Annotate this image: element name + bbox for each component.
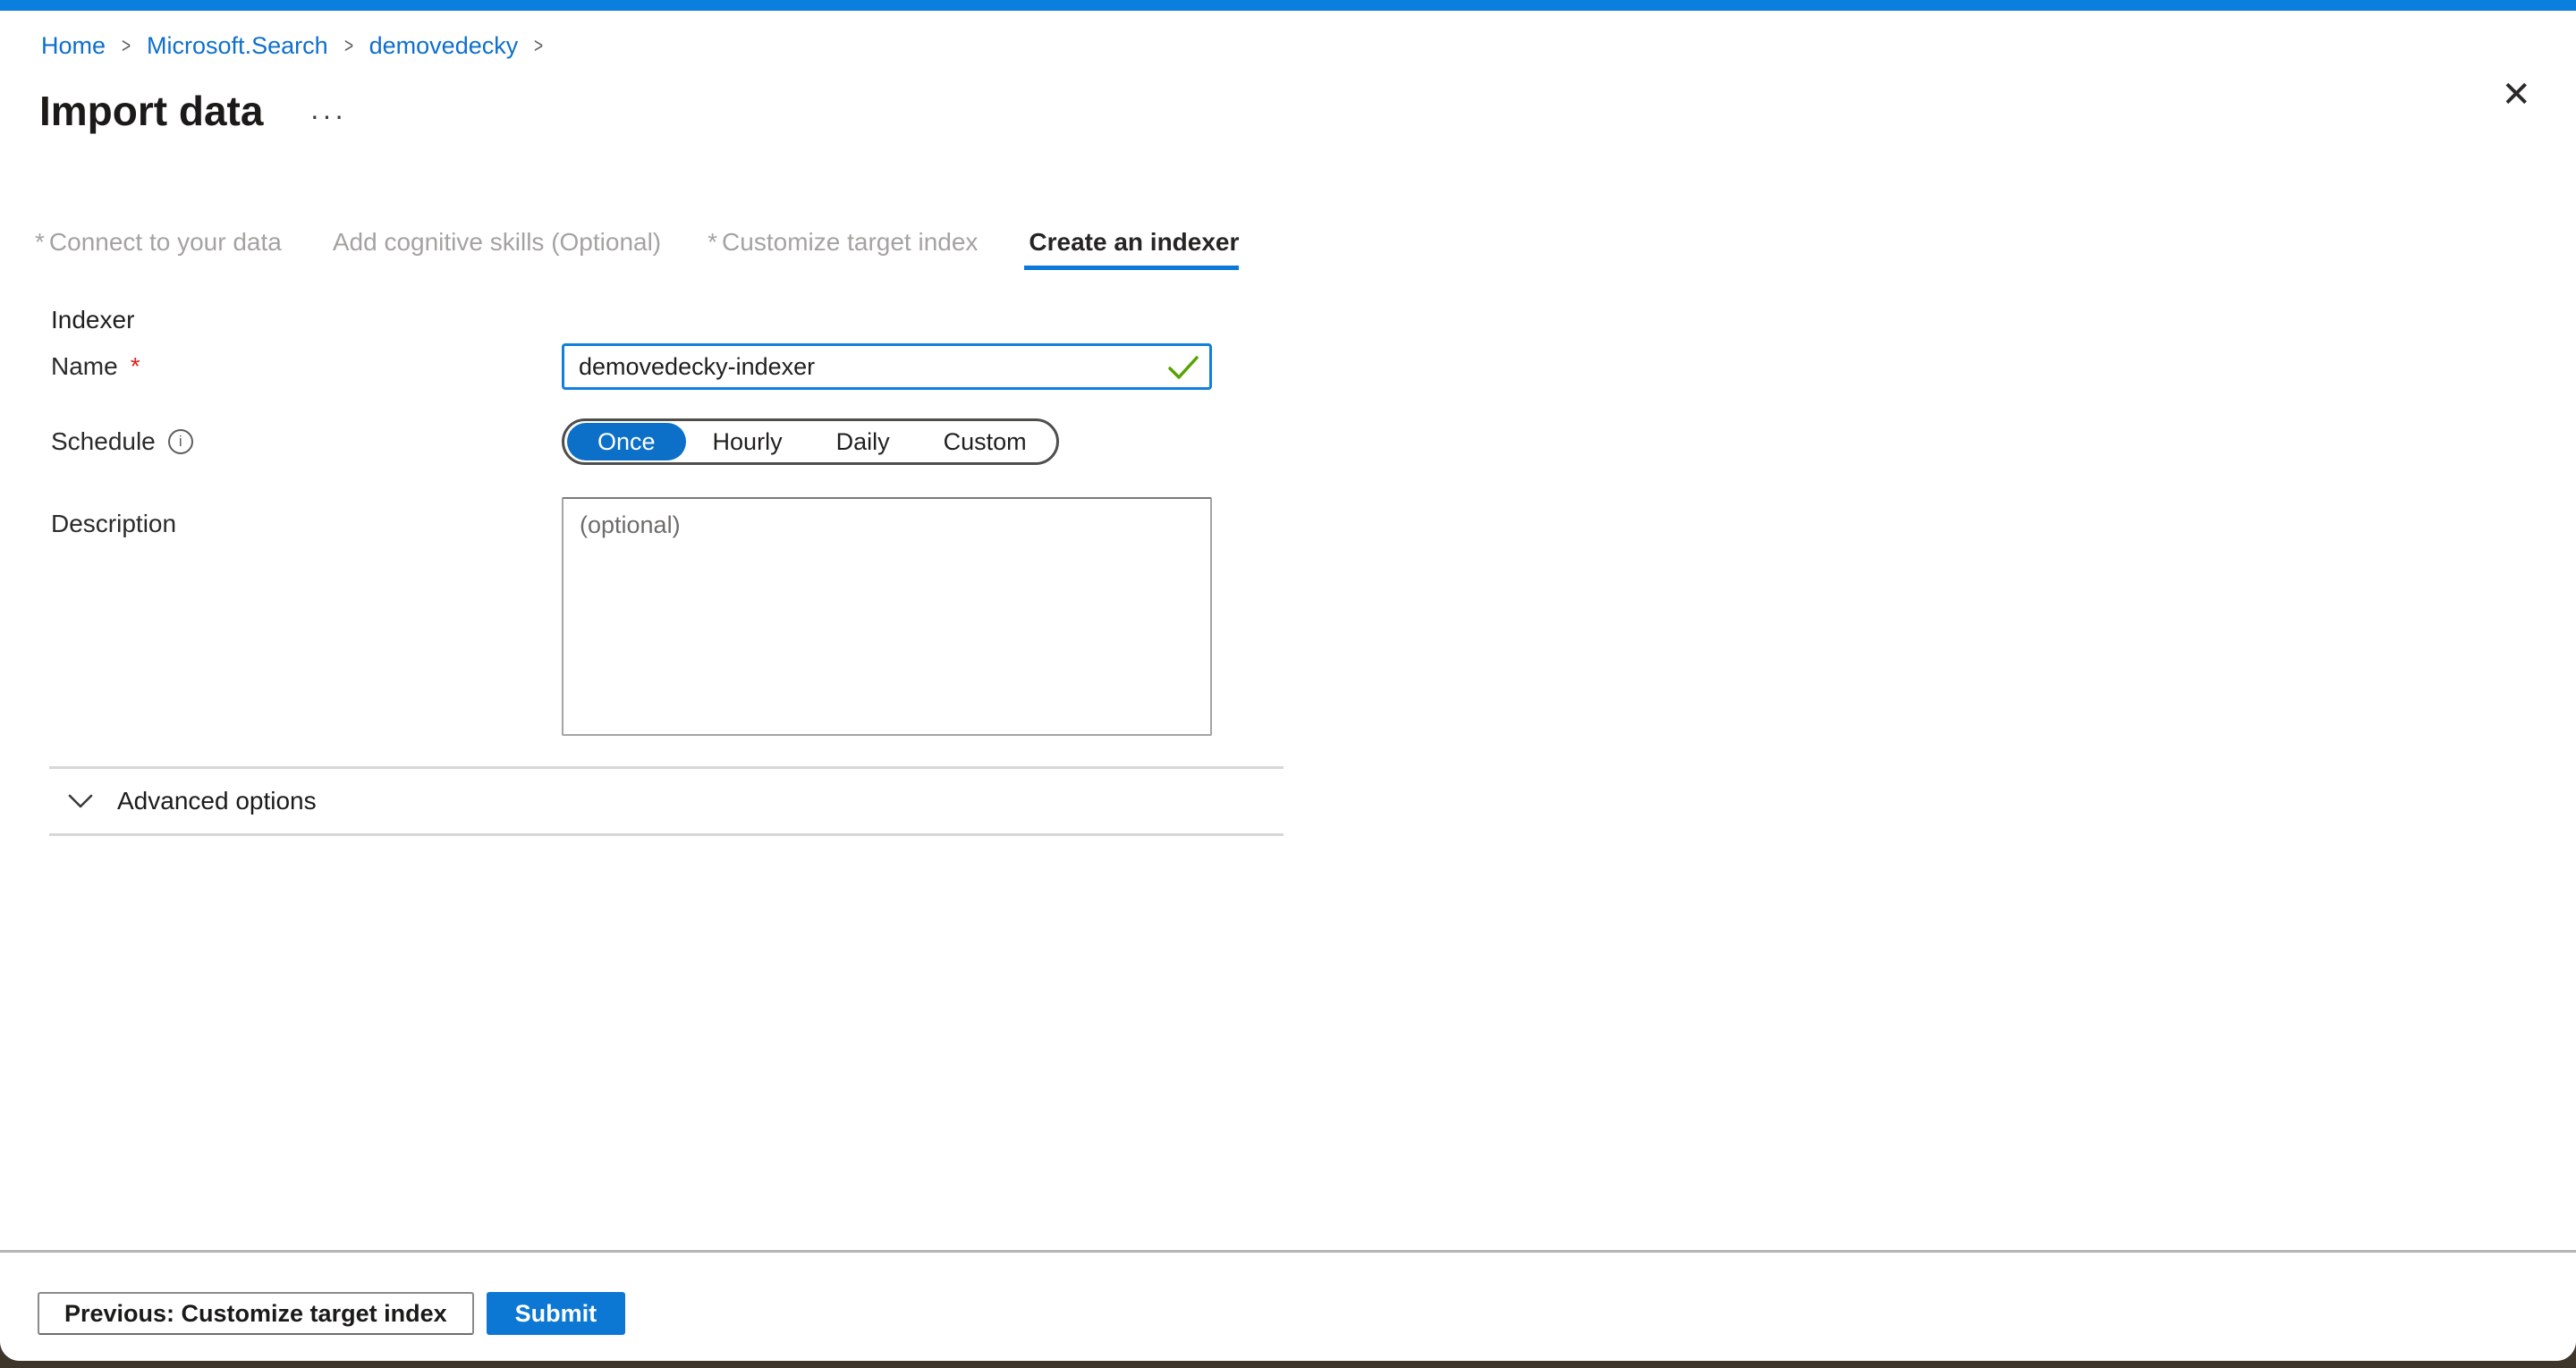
name-label: Name bbox=[51, 352, 118, 381]
schedule-option-once[interactable]: Once bbox=[567, 423, 686, 460]
breadcrumb-separator-icon: > bbox=[122, 34, 131, 59]
page-title: Import data bbox=[39, 87, 263, 135]
tab-create-an-indexer[interactable]: Create an indexer bbox=[1024, 228, 1239, 270]
schedule-option-hourly[interactable]: Hourly bbox=[686, 423, 809, 460]
submit-button[interactable]: Submit bbox=[487, 1292, 626, 1335]
tab-add-cognitive-skills[interactable]: Add cognitive skills (Optional) bbox=[328, 228, 661, 270]
name-row: Name * bbox=[0, 343, 2576, 390]
breadcrumb-link-microsoft-search[interactable]: Microsoft.Search bbox=[147, 32, 328, 60]
tab-bar: * Connect to your data Add cognitive ski… bbox=[35, 228, 2576, 270]
chevron-down-icon bbox=[67, 793, 94, 809]
tab-connect-to-your-data[interactable]: * Connect to your data bbox=[35, 228, 282, 270]
schedule-label-cell: Schedule i bbox=[51, 427, 562, 456]
required-star: * bbox=[35, 228, 45, 257]
tab-label: Add cognitive skills (Optional) bbox=[333, 228, 661, 257]
breadcrumb-link-home[interactable]: Home bbox=[41, 32, 106, 60]
description-row: Description bbox=[0, 497, 2576, 736]
close-icon[interactable]: ✕ bbox=[2501, 77, 2531, 113]
tab-customize-target-index[interactable]: * Customize target index bbox=[708, 228, 978, 270]
required-star: * bbox=[708, 228, 717, 257]
schedule-label: Schedule bbox=[51, 427, 156, 456]
name-label-cell: Name * bbox=[51, 352, 562, 381]
schedule-toggle-group: Once Hourly Daily Custom bbox=[562, 418, 1059, 465]
advanced-options-toggle[interactable]: Advanced options bbox=[49, 769, 1284, 833]
previous-button[interactable]: Previous: Customize target index bbox=[38, 1292, 474, 1335]
more-menu-icon[interactable]: ··· bbox=[309, 92, 346, 130]
tab-label: Create an indexer bbox=[1029, 228, 1239, 257]
schedule-row: Schedule i Once Hourly Daily Custom bbox=[0, 418, 2576, 465]
footer: Previous: Customize target index Submit bbox=[0, 1250, 2576, 1361]
description-label: Description bbox=[51, 510, 176, 538]
breadcrumb-separator-icon: > bbox=[344, 34, 353, 59]
schedule-option-daily[interactable]: Daily bbox=[809, 423, 917, 460]
footer-buttons: Previous: Customize target index Submit bbox=[38, 1292, 2576, 1335]
breadcrumb-link-demovedecky[interactable]: demovedecky bbox=[369, 32, 519, 60]
top-accent-bar bbox=[0, 0, 2576, 11]
screen: Home > Microsoft.Search > demovedecky > … bbox=[0, 0, 2576, 1368]
indexer-form: Indexer Name * Schedule bbox=[0, 306, 2576, 736]
breadcrumb: Home > Microsoft.Search > demovedecky > bbox=[41, 32, 2576, 60]
title-row: Import data ··· bbox=[39, 87, 2576, 135]
advanced-options-section: Advanced options bbox=[49, 766, 1284, 836]
tab-label: Customize target index bbox=[722, 228, 978, 257]
name-input-wrap bbox=[562, 343, 1212, 390]
description-label-cell: Description bbox=[51, 510, 562, 538]
advanced-options-label: Advanced options bbox=[117, 787, 317, 815]
schedule-option-custom[interactable]: Custom bbox=[917, 423, 1054, 460]
divider bbox=[49, 833, 1284, 836]
breadcrumb-separator-icon: > bbox=[534, 34, 543, 59]
info-icon[interactable]: i bbox=[168, 429, 193, 454]
valid-check-icon bbox=[1167, 355, 1199, 384]
import-data-panel: Home > Microsoft.Search > demovedecky > … bbox=[0, 0, 2576, 1361]
indexer-name-input[interactable] bbox=[562, 343, 1212, 390]
tab-label: Connect to your data bbox=[49, 228, 282, 257]
required-asterisk: * bbox=[131, 352, 140, 381]
section-heading-indexer: Indexer bbox=[51, 306, 2576, 334]
description-textarea[interactable] bbox=[562, 497, 1212, 736]
